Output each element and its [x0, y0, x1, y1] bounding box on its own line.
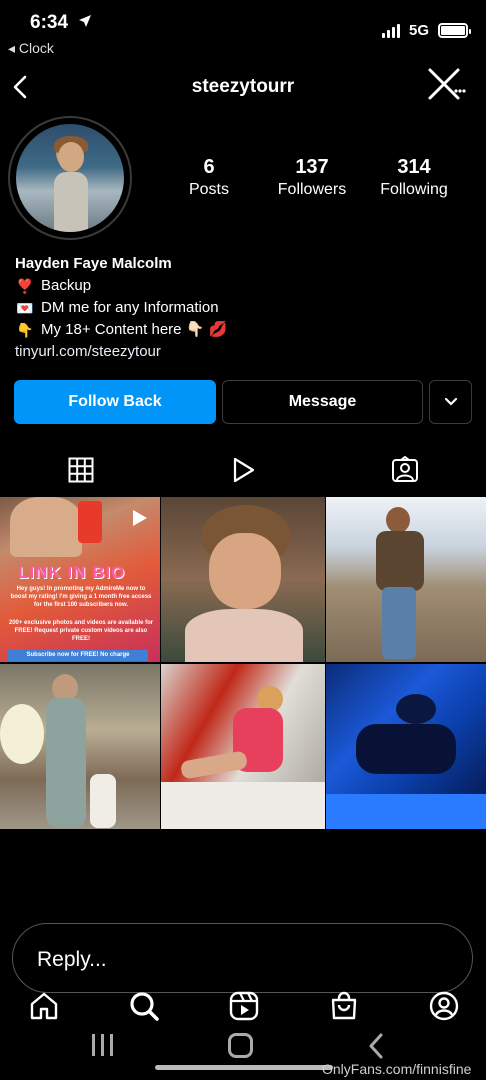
message-button[interactable]: Message — [222, 380, 423, 424]
posts-stat[interactable]: 6 Posts — [182, 156, 236, 199]
profile-avatar[interactable] — [8, 116, 132, 240]
watermark: OnlyFans.com/finnisfine — [322, 1061, 472, 1077]
battery-icon — [438, 23, 471, 38]
status-bar: 6:34 ◂ Clock 5G — [0, 0, 486, 62]
posts-grid: LINK IN BIO Hey guys! In promoting my Ad… — [0, 497, 486, 829]
post-thumbnail[interactable]: LINK IN BIO Hey guys! In promoting my Ad… — [0, 497, 160, 662]
profile-icon[interactable] — [428, 990, 460, 1022]
profile-username: steezytourr — [191, 76, 295, 97]
post-caption-text: Subscribe now for FREE! No charge — [8, 650, 148, 661]
network-type: 5G — [409, 22, 430, 39]
tagged-icon — [392, 456, 418, 482]
signal-icon — [382, 24, 400, 38]
reply-input[interactable]: Reply... — [12, 923, 473, 993]
post-caption-text: 200+ exclusive photos and videos are ava… — [8, 620, 154, 642]
heart-icon: ❣️ — [16, 278, 34, 294]
post-thumbnail[interactable] — [326, 497, 486, 662]
post-thumbnail[interactable] — [161, 664, 325, 829]
clock-time: 6:34 — [30, 12, 69, 33]
suggested-dropdown-button[interactable] — [429, 380, 472, 424]
bottom-navigation — [0, 984, 486, 1028]
search-icon[interactable] — [128, 990, 160, 1022]
system-navigation-bar: OnlyFans.com/finnisfine — [0, 1026, 486, 1080]
reels-icon — [133, 510, 147, 526]
post-thumbnail[interactable] — [161, 497, 325, 662]
grid-icon — [68, 457, 94, 483]
posts-count: 6 — [203, 156, 215, 178]
recent-apps-button[interactable] — [92, 1034, 113, 1056]
envelope-icon: 💌 — [16, 300, 34, 316]
tab-reels[interactable] — [162, 450, 324, 490]
chevron-down-icon — [444, 397, 457, 406]
pointing-down-icon: 👇 — [16, 322, 34, 338]
posts-label: Posts — [188, 181, 229, 198]
avatar-image — [16, 124, 124, 232]
profile-header: steezytourr — [0, 62, 486, 114]
bio-text: DM me for any Information — [41, 299, 219, 316]
post-thumbnail[interactable] — [0, 664, 160, 829]
bio-line: 👇 My 18+ Content here 👇🏻 💋 — [15, 319, 227, 341]
following-count: 314 — [397, 156, 431, 178]
post-thumbnail[interactable] — [326, 664, 486, 829]
tab-posts-grid[interactable] — [0, 450, 162, 490]
back-to-app-link[interactable]: ◂ Clock — [8, 40, 54, 57]
following-stat[interactable]: 314 Following — [374, 156, 454, 199]
bio-text: Backup — [41, 277, 92, 294]
reply-placeholder: Reply... — [37, 948, 107, 971]
bio-link[interactable]: tinyurl.com/steezytour — [15, 341, 227, 363]
bio-line: 💌 DM me for any Information — [15, 297, 227, 319]
tab-tagged[interactable] — [324, 450, 486, 490]
reels-icon — [233, 457, 255, 483]
home-button[interactable] — [228, 1033, 253, 1058]
bio-text: My 18+ Content here 👇🏻 💋 — [41, 321, 228, 338]
bio-line: ❣️ Backup — [15, 275, 227, 297]
followers-stat[interactable]: 137 Followers — [271, 156, 353, 199]
system-back-button[interactable] — [366, 1032, 386, 1060]
post-caption-text: Hey guys! In promoting my AdmireMe now t… — [10, 586, 152, 608]
close-icon[interactable] — [424, 64, 468, 104]
home-indicator — [155, 1065, 333, 1070]
following-label: Following — [380, 181, 448, 198]
shop-icon[interactable] — [328, 990, 360, 1022]
post-headline: LINK IN BIO — [18, 563, 126, 582]
followers-label: Followers — [277, 181, 347, 198]
home-icon[interactable] — [28, 990, 60, 1022]
profile-bio: Hayden Faye Malcolm ❣️ Backup 💌 DM me fo… — [15, 253, 227, 363]
followers-count: 137 — [295, 156, 329, 178]
location-arrow-icon — [79, 15, 91, 27]
reels-icon[interactable] — [228, 990, 260, 1022]
full-name: Hayden Faye Malcolm — [15, 255, 172, 272]
follow-back-button[interactable]: Follow Back — [14, 380, 216, 424]
